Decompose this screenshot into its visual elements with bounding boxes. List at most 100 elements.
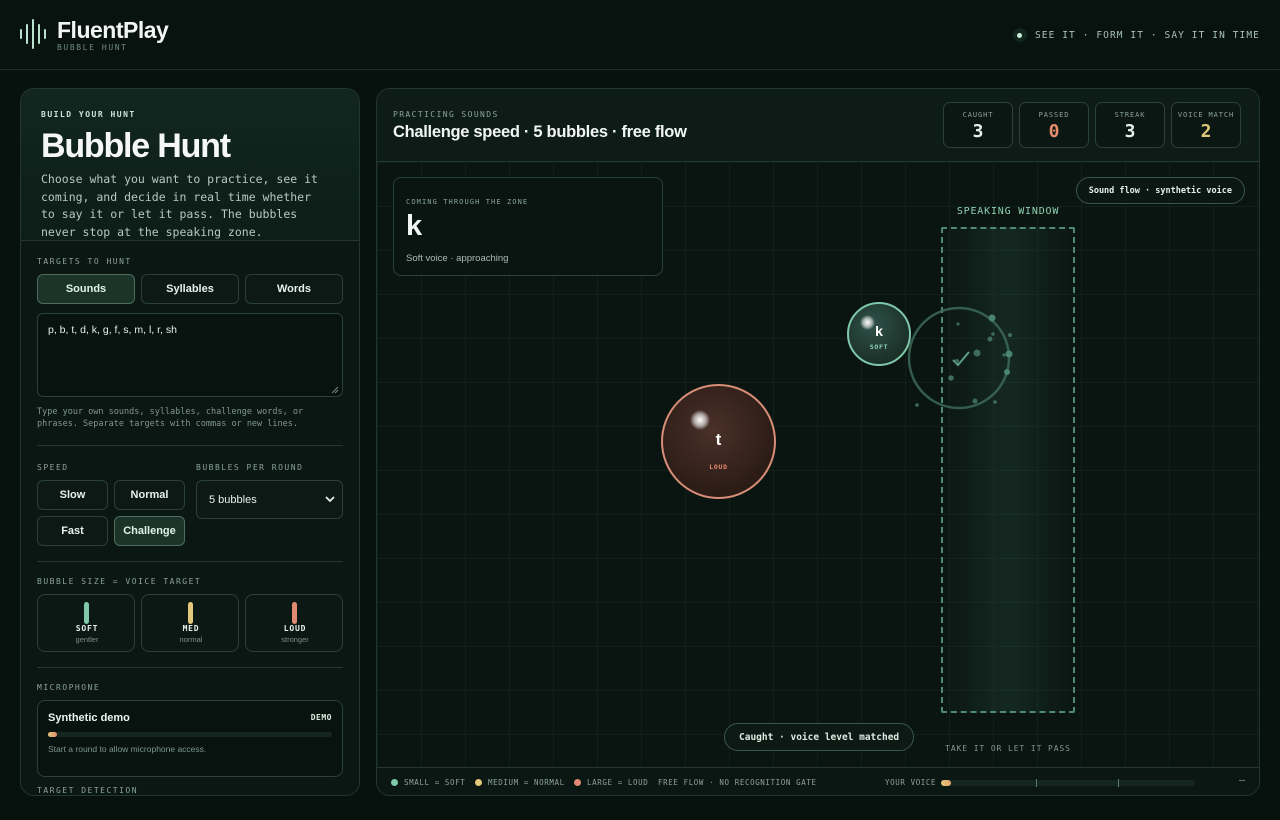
voice-readout: – [1239,775,1246,786]
stat-value: 2 [1200,121,1212,142]
brand-name: FluentPlay [57,17,169,43]
your-voice-label: YOUR VOICE [885,778,936,787]
status-dot-icon [1012,28,1027,42]
chevron-down-icon [325,496,335,503]
your-voice-meter [941,779,1195,787]
legend-text: SMALL = SOFT [404,778,466,787]
game-header: PRACTICING SOUNDS Challenge speed · 5 bu… [377,89,1259,162]
microphone-note: Start a round to allow microphone access… [48,744,207,754]
tagline-text: SEE IT · FORM IT · SAY IT IN TIME [1034,29,1260,41]
divider [37,667,343,668]
meter-tick [1118,779,1119,787]
loud-dot-icon [574,779,581,786]
speed-challenge-button[interactable]: Challenge [114,516,185,546]
coming-label: COMING THROUGH THE ZONE [406,198,529,206]
size-card-soft: SOFT gentler [37,594,135,652]
stat-label: CAUGHT [962,111,994,119]
practice-title: Challenge speed · 5 bubbles · free flow [393,123,687,141]
legend-small: SMALL = SOFT [391,778,465,787]
coming-through-card: COMING THROUGH THE ZONE k Soft voice · a… [393,177,663,276]
legend-medium: MEDIUM = NORMAL [475,778,565,787]
loud-pill-icon [292,602,297,624]
microphone-label: MICROPHONE [37,683,101,692]
size-card-label: LOUD [283,624,307,633]
bubble-shine [690,410,710,430]
brand-subtitle: BUBBLE HUNT [57,43,128,52]
bubble-size-label: BUBBLE SIZE = VOICE TARGET [37,577,202,586]
legend-text: MEDIUM = NORMAL [488,778,565,787]
mode-syllables-button[interactable]: Syllables [141,274,239,304]
mode-note: FREE FLOW · NO RECOGNITION GATE [658,778,817,787]
stat-label: PASSED [1038,111,1070,119]
microphone-name: Synthetic demo [48,712,130,724]
speed-slow-button[interactable]: Slow [37,480,108,510]
bubble-letter: t [715,430,722,449]
your-voice-text: YOUR VOICE [885,778,937,787]
mode-sounds-button[interactable]: Sounds [37,274,135,304]
stat-passed: PASSED 0 [1019,102,1089,148]
size-card-label: MED [182,624,200,633]
speed-normal-button[interactable]: Normal [114,480,185,510]
size-card-sub: stronger [281,635,309,644]
caught-message: Caught · voice level matched [724,723,915,751]
target-bubble[interactable]: t LOUD [661,384,776,499]
legend-large: LARGE = LOUD [574,778,648,787]
bubbles-per-round-value: 5 bubbles [209,493,257,506]
voice-mode-pill[interactable]: Sound flow · synthetic voice [1075,177,1245,204]
practicing-kicker: PRACTICING SOUNDS [393,110,499,119]
stat-value: 3 [1124,121,1136,142]
mode-words-button[interactable]: Words [245,274,343,304]
bubbles-per-round-select[interactable]: 5 bubbles [196,480,343,519]
microphone-card: Synthetic demo DEMO Start a round to all… [37,700,343,777]
stat-caught: CAUGHT 3 [943,102,1013,148]
build-panel: BUILD YOUR HUNT Bubble Hunt Choose what … [20,88,360,796]
med-pill-icon [188,602,193,624]
bubble-pop-effect [907,306,1013,410]
app-header: FluentPlay BUBBLE HUNT SEE IT · FORM IT … [0,0,1280,70]
size-card-sub: normal [179,635,203,644]
stat-label: VOICE MATCH [1177,111,1235,119]
stat-value: 0 [1048,121,1060,142]
hunt-description: Choose what you want to practice, see it… [41,172,318,239]
intro-section: BUILD YOUR HUNT Bubble Hunt Choose what … [21,89,359,241]
speaking-window-label: SPEAKING WINDOW [956,206,1060,217]
game-footer: SMALL = SOFT MEDIUM = NORMAL LARGE = LOU… [377,767,1259,795]
soundwave-logo-icon [20,18,48,50]
med-dot-icon [475,779,482,786]
divider [37,445,343,446]
meter-tick [1036,779,1037,787]
game-panel: PRACTICING SOUNDS Challenge speed · 5 bu… [376,88,1260,796]
target-bubble[interactable]: k SOFT [847,302,911,366]
bubble-letter: k [875,323,883,339]
targets-label: TARGETS TO HUNT [37,257,132,266]
stat-label: STREAK [1114,111,1146,119]
game-stage[interactable]: COMING THROUGH THE ZONE k Soft voice · a… [377,162,1259,767]
bubble-tag: LOUD [709,463,728,471]
speaking-window-sub: TAKE IT OR LET IT PASS [945,744,1071,753]
speed-label: SPEED [37,463,69,472]
bubble-tag: SOFT [869,343,889,351]
tagline: SEE IT · FORM IT · SAY IT IN TIME [1012,28,1260,42]
legend-text: LARGE = LOUD [587,778,649,787]
size-card-loud: LOUD stronger [245,594,343,652]
build-kicker: BUILD YOUR HUNT [41,110,136,119]
stat-value: 3 [972,121,984,142]
mic-level-fill [48,732,57,737]
size-card-sub: gentler [75,635,99,644]
page-title: Bubble Hunt [41,127,231,165]
targets-help-text: Type your own sounds, syllables, challen… [37,407,304,429]
demo-badge: DEMO [310,713,332,722]
size-card-med: MED normal [141,594,239,652]
size-card-label: SOFT [75,624,99,633]
targets-input[interactable] [37,313,343,397]
stat-voice-match: VOICE MATCH 2 [1171,102,1241,148]
resize-grip-icon[interactable] [331,386,339,394]
your-voice-fill [941,780,952,786]
mic-level-meter [48,732,332,737]
divider [37,561,343,562]
soft-pill-icon [84,602,89,624]
stat-streak: STREAK 3 [1095,102,1165,148]
speed-fast-button[interactable]: Fast [37,516,108,546]
bubbles-per-round-label: BUBBLES PER ROUND [196,463,304,472]
coming-status: Soft voice · approaching [406,253,509,264]
